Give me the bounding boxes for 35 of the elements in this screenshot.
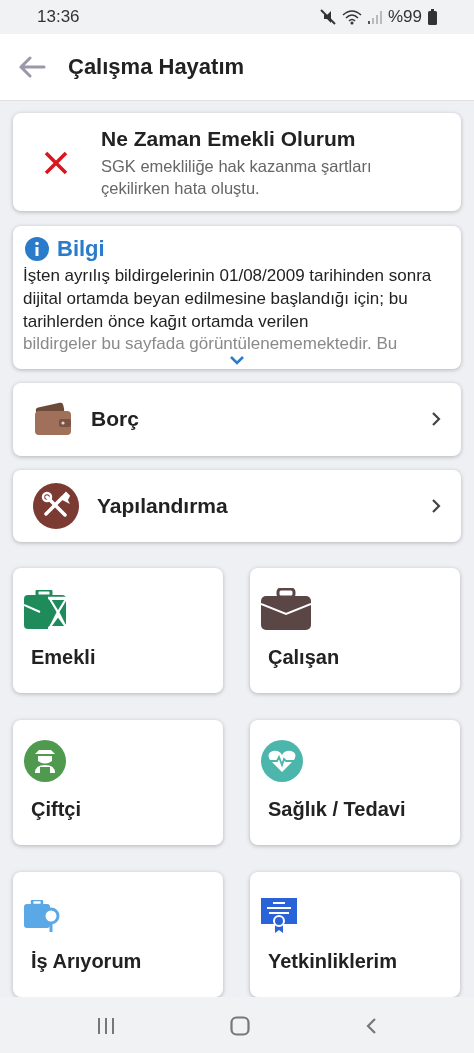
chevron-right-icon (431, 411, 441, 428)
chevron-right-icon (431, 497, 441, 514)
category-tile[interactable]: Çiftçi (13, 720, 223, 845)
expand-icon[interactable] (230, 356, 244, 366)
signal-icon (367, 10, 382, 24)
recent-apps-icon[interactable] (97, 1016, 116, 1035)
heart-pulse-icon (261, 740, 303, 782)
info-text: İşten ayrılış bildirgelerinin 01/08/2009 tarihinden sonra dijital ortamda beyan edilmesine başlandığı için; bu tarihlerden önce kağıt ortamda verilen (23, 265, 433, 334)
category-tile[interactable]: Çalışan (250, 568, 460, 693)
tools-icon (33, 482, 79, 529)
page-title: Çalışma Hayatım (68, 54, 245, 80)
wifi-icon (341, 9, 362, 25)
battery-level: %99 (387, 7, 422, 27)
error-message: SGK emekliliğe hak kazanma şartları çekilirken hata oluştu. (101, 156, 373, 200)
category-tile[interactable]: Emekli (13, 568, 223, 693)
category-tile[interactable]: Sağlık / Tedavi (250, 720, 460, 845)
status-time: 13:36 (37, 7, 80, 27)
back-icon[interactable] (18, 56, 46, 78)
mute-icon (319, 9, 336, 25)
error-title: Ne Zaman Emekli Olurum (101, 127, 357, 152)
battery-icon (428, 9, 437, 25)
farmer-icon (24, 740, 66, 782)
briefcase-icon (261, 588, 311, 630)
home-icon[interactable] (230, 1015, 250, 1036)
category-tile[interactable]: Yetkinliklerim (250, 872, 460, 997)
info-title: Bilgi (57, 236, 105, 263)
menu-item[interactable]: Yapılandırma (13, 469, 461, 542)
close-icon (43, 150, 69, 177)
info-icon (25, 237, 49, 262)
menu-item[interactable]: Borç (13, 383, 461, 456)
certificate-icon (261, 898, 297, 934)
category-tile[interactable]: İş Arıyorum (13, 872, 223, 997)
faded-text: bildirgeler bu sayfada görüntülenememektedir. Bu (23, 333, 398, 356)
briefcase-search-icon (24, 900, 60, 934)
back-nav-icon[interactable] (364, 1016, 377, 1035)
